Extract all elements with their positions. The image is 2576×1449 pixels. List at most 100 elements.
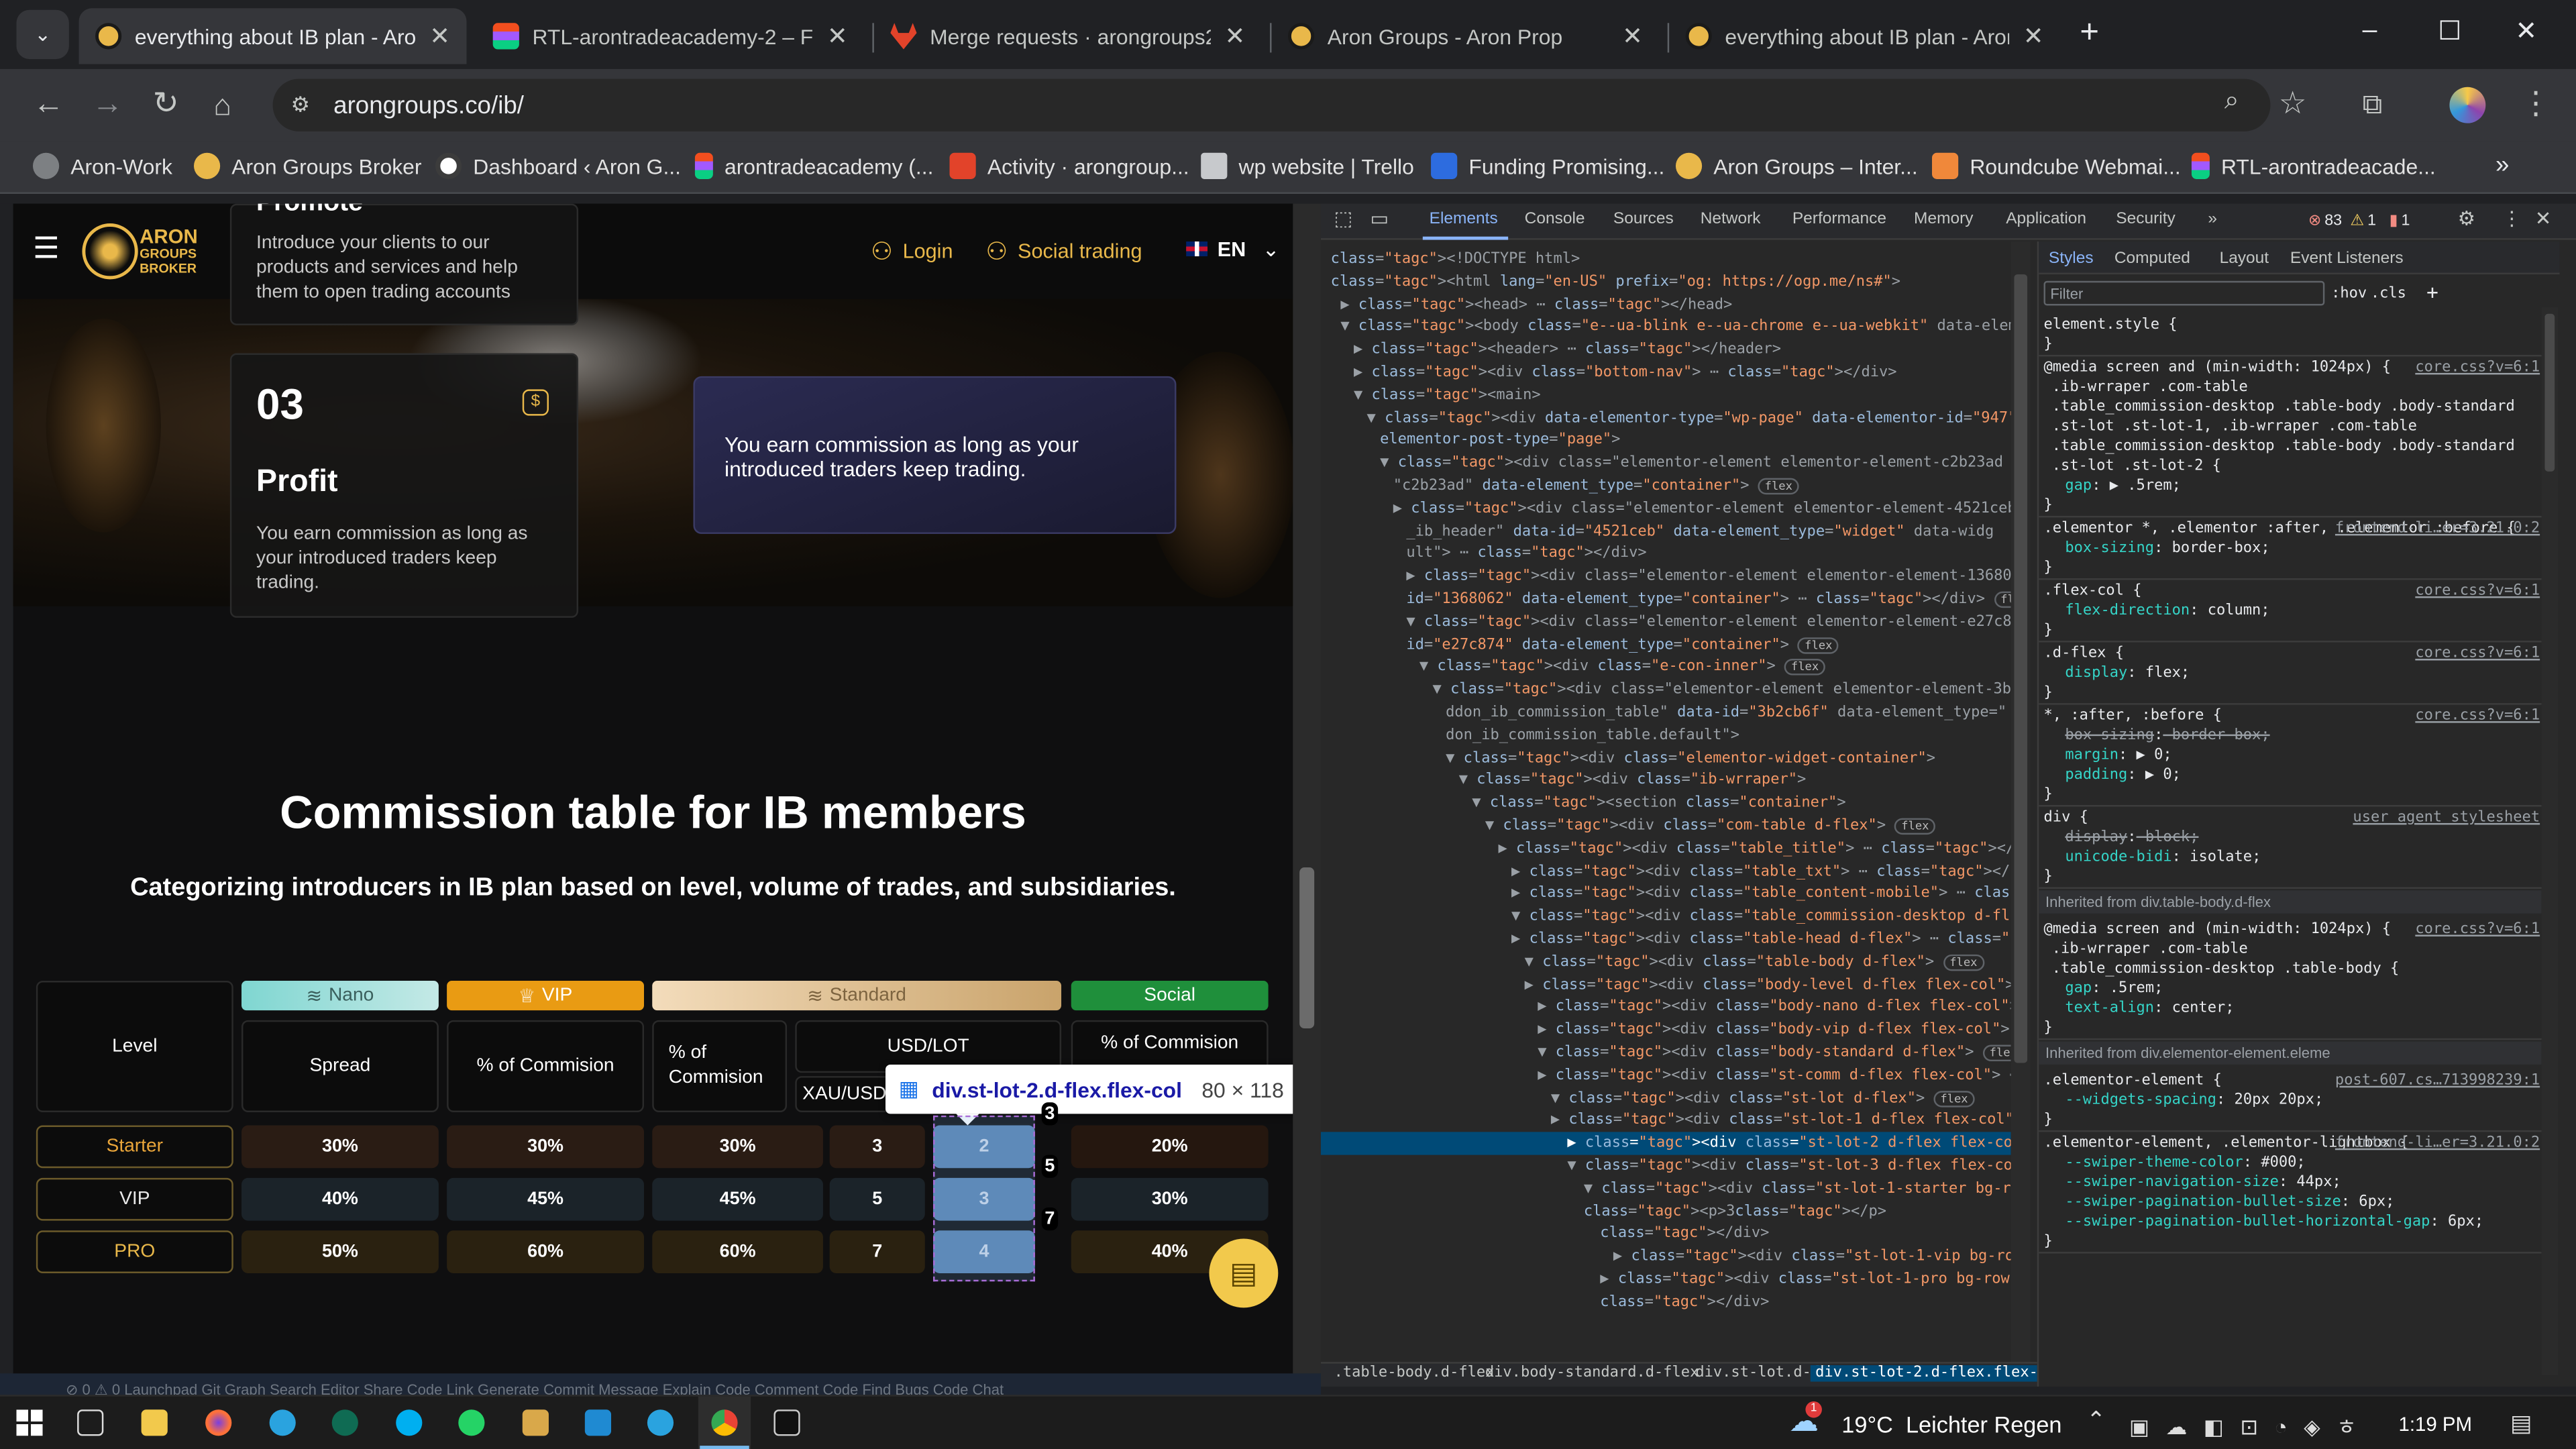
add-rule-icon[interactable]: + bbox=[2426, 282, 2438, 302]
social-trading-link[interactable]: ⚇ Social trading bbox=[985, 237, 1142, 266]
dom-node[interactable]: class="tagc"></div> bbox=[1321, 1291, 2011, 1313]
styles-scrollbar[interactable] bbox=[2541, 307, 2559, 1375]
style-declaration[interactable]: text-align: center; bbox=[2065, 999, 2234, 1018]
close-icon[interactable]: ✕ bbox=[2535, 207, 2552, 230]
close-icon[interactable]: ✕ bbox=[1622, 21, 1643, 51]
dom-node[interactable]: ▶ class="tagc"><div class="bottom-nav"> … bbox=[1321, 362, 2011, 384]
dom-node[interactable]: ▶ class="tagc"><div class="body-vip d-fl… bbox=[1321, 1019, 2010, 1042]
style-declaration[interactable]: gap: ▶ .5rem; bbox=[2065, 476, 2181, 496]
close-icon[interactable]: ✕ bbox=[429, 21, 450, 51]
tab-ib-plan[interactable]: everything about IB plan - Aron ✕ bbox=[78, 8, 467, 64]
dom-node[interactable]: ▼ class="tagc"><div class="table-body d-… bbox=[1321, 951, 2011, 973]
file-explorer-icon[interactable] bbox=[141, 1409, 168, 1436]
vscode-icon[interactable] bbox=[584, 1409, 612, 1436]
dom-node[interactable]: ▶ class="tagc"><div class="body-level d-… bbox=[1321, 973, 2011, 996]
page-scrollbar[interactable] bbox=[1293, 203, 1321, 1387]
dom-node[interactable]: ▼ class="tagc"><div class="e-con-inner">… bbox=[1321, 656, 2011, 679]
dom-node[interactable]: class="tagc"><!DOCTYPE html> bbox=[1321, 248, 2011, 271]
dom-node[interactable]: "c2b23ad" data-element_type="container">… bbox=[1321, 475, 2011, 498]
bookmark-arontradeacademy[interactable]: arontradeacademy (... bbox=[694, 152, 933, 179]
new-tab-button[interactable]: + bbox=[2080, 15, 2099, 52]
language-selector[interactable]: EN ⌄ bbox=[1186, 237, 1279, 261]
style-source-link[interactable]: core.css?v=6:1 bbox=[2415, 358, 2540, 378]
dom-node[interactable]: ▶ class="tagc"><head> ⋯ class="tagc"></h… bbox=[1321, 293, 2011, 316]
devtools-tab-application[interactable]: Application bbox=[2006, 210, 2086, 228]
styles-tab-layout[interactable]: Layout bbox=[2220, 250, 2269, 268]
breadcrumb-item[interactable]: div.body-standard.d-flex bbox=[1485, 1365, 1699, 1381]
firefox-icon[interactable] bbox=[205, 1409, 232, 1436]
dom-node[interactable]: id="1368062" data-element_type="containe… bbox=[1321, 588, 2011, 611]
dom-node[interactable]: ▼ class="tagc"><div class="com-table d-f… bbox=[1321, 815, 2011, 838]
tab-search-button[interactable]: ⌄ bbox=[16, 9, 69, 60]
style-declaration[interactable]: .table_commission-desktop .table-body .b… bbox=[2052, 437, 2515, 456]
bookmark-dashboard[interactable]: Dashboard ‹ Aron G... bbox=[435, 152, 681, 179]
style-source-link[interactable]: core.css?v=6:1 bbox=[2415, 920, 2540, 939]
task-view-icon[interactable] bbox=[77, 1409, 104, 1436]
style-declaration[interactable]: --widgets-spacing: 20px 20px; bbox=[2065, 1091, 2323, 1110]
dom-node[interactable]: class="tagc"><p>3class="tagc"></p> bbox=[1321, 1200, 2011, 1223]
dom-node[interactable]: ▶ class="tagc"><div class="table_title">… bbox=[1321, 837, 2010, 860]
app-icon[interactable] bbox=[331, 1409, 358, 1436]
style-declaration[interactable]: unicode-bidi: isolate; bbox=[2065, 848, 2261, 867]
tab-ib-plan-2[interactable]: everything about IB plan - Aron ✕ bbox=[1669, 8, 2060, 64]
close-icon[interactable]: ✕ bbox=[827, 21, 848, 51]
dom-node[interactable]: ▼ class="tagc"><div class="elementor-ele… bbox=[1321, 611, 2010, 634]
bookmark-rtl-arontradeacademy[interactable]: RTL-arontradeacade... bbox=[2191, 152, 2436, 179]
style-source-link[interactable]: core.css?v=6:1 bbox=[2415, 644, 2540, 663]
style-declaration[interactable]: --swiper-pagination-bullet-horizontal-ga… bbox=[2065, 1212, 2483, 1232]
dom-node[interactable]: ▶ class="tagc"><div class="body-nano d-f… bbox=[1321, 996, 2010, 1019]
style-source-link[interactable]: core.css?v=6:1 bbox=[2415, 706, 2540, 726]
chrome-icon[interactable] bbox=[711, 1409, 738, 1436]
back-icon[interactable]: ← bbox=[33, 85, 64, 125]
bookmark-trello[interactable]: wp website | Trello bbox=[1201, 152, 1414, 179]
dom-node[interactable]: ▼ class="tagc"><section class="container… bbox=[1321, 792, 2011, 815]
extensions-icon[interactable]: ⧉ bbox=[2363, 85, 2383, 125]
more-tabs-icon[interactable]: » bbox=[2208, 210, 2217, 228]
reload-icon[interactable]: ↻ bbox=[153, 85, 179, 125]
telegram-icon[interactable] bbox=[647, 1409, 674, 1436]
dom-node[interactable]: ▼ class="tagc"><div class="elementor-ele… bbox=[1321, 679, 2011, 702]
close-icon[interactable]: ✕ bbox=[2023, 21, 2044, 51]
chevron-right-icon[interactable]: » bbox=[2496, 151, 2509, 179]
login-link[interactable]: ⚇ Login bbox=[871, 237, 953, 266]
menu-icon[interactable]: ⋮ bbox=[2520, 85, 2552, 125]
device-toggle-icon[interactable]: ▭ bbox=[1370, 207, 1389, 230]
style-declaration[interactable]: --swiper-theme-color: #000; bbox=[2065, 1153, 2305, 1173]
settings-icon[interactable]: ⚙ bbox=[2458, 207, 2475, 230]
style-declaration[interactable]: padding: ▶ 0; bbox=[2065, 765, 2181, 785]
dom-node[interactable]: class="tagc"></div> bbox=[1321, 1223, 2011, 1246]
tab-figma[interactable]: RTL-arontradeacademy-2 – Figma ✕ bbox=[476, 8, 864, 64]
close-icon[interactable]: ✕ bbox=[1225, 21, 1246, 51]
style-declaration[interactable]: .st-lot .st-lot-2 { bbox=[2052, 457, 2221, 476]
windows-start-icon[interactable] bbox=[16, 1409, 43, 1436]
devtools-tab-console[interactable]: Console bbox=[1525, 210, 1585, 228]
dom-node[interactable]: ▼ class="tagc"><div class="body-standard… bbox=[1321, 1042, 2011, 1065]
style-source-link[interactable]: frontend-li…er=3.21.0:2 bbox=[2335, 519, 2540, 539]
menu-icon[interactable]: ⋮ bbox=[2502, 207, 2522, 230]
style-source-link[interactable]: frontend-li…er=3.21.0:2 bbox=[2335, 1134, 2540, 1153]
dom-node[interactable]: ▼ class="tagc"><div data-elementor-type=… bbox=[1321, 407, 2011, 429]
home-icon[interactable]: ⌂ bbox=[213, 85, 231, 125]
dom-node[interactable]: ▶ class="tagc"><div class="st-lot-1-vip … bbox=[1321, 1246, 2011, 1269]
dom-node[interactable]: ▶ class="tagc"><div class="elementor-ele… bbox=[1321, 498, 2011, 521]
dom-node[interactable]: ult"> ⋯ class="tagc"></div> bbox=[1321, 543, 2011, 566]
dom-node[interactable]: ▶ class="tagc"><div class="table_txt"> ⋯… bbox=[1321, 860, 2010, 883]
devtools-tab-security[interactable]: Security bbox=[2116, 210, 2175, 228]
dom-node[interactable]: ddon_ib_commission_table" data-id="3b2cb… bbox=[1321, 702, 2011, 724]
skype-icon[interactable] bbox=[396, 1409, 423, 1436]
maximize-button[interactable]: ☐ bbox=[2438, 15, 2461, 48]
style-declaration[interactable]: display: flex; bbox=[2065, 663, 2190, 683]
clock[interactable]: 1:19 PM bbox=[2399, 1413, 2472, 1436]
weather-text[interactable]: 19°C Leichter Regen bbox=[1841, 1411, 2061, 1438]
dom-node[interactable]: ▶ class="tagc"><div class="st-comm d-fle… bbox=[1321, 1064, 2010, 1087]
close-window-button[interactable]: ✕ bbox=[2515, 15, 2537, 48]
devtools-tab-performance[interactable]: Performance bbox=[1792, 210, 1886, 228]
bookmark-activity[interactable]: Activity · arongroup... bbox=[949, 152, 1189, 179]
site-info-icon[interactable]: ⚙ bbox=[290, 92, 310, 118]
style-declaration[interactable]: flex-direction: column; bbox=[2065, 601, 2269, 621]
style-declaration[interactable]: box-sizing: border-box; bbox=[2065, 539, 2269, 558]
dom-node[interactable]: ▼ class="tagc"><body class="e--ua-blink … bbox=[1321, 316, 2010, 339]
forward-icon[interactable]: → bbox=[92, 85, 123, 125]
hamburger-icon[interactable]: ☰ bbox=[33, 231, 60, 266]
style-declaration[interactable]: --swiper-pagination-bullet-size: 6px; bbox=[2065, 1193, 2394, 1212]
